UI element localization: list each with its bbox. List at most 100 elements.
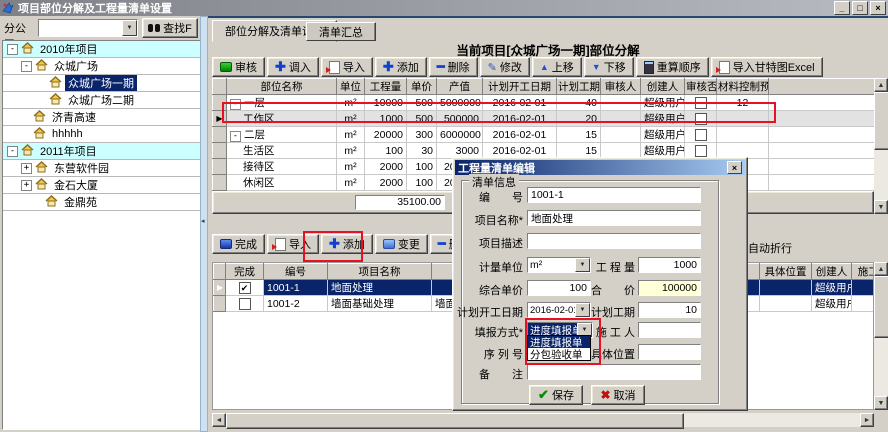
- scroll-down-icon[interactable]: ▼: [874, 396, 888, 410]
- tree-item-zhongcheng-phase2[interactable]: 众城广场二期: [3, 92, 200, 109]
- move-down-button[interactable]: ▼下移: [584, 57, 634, 77]
- col-part-name[interactable]: 部位名称: [227, 79, 337, 95]
- scroll-up-icon[interactable]: ▲: [874, 78, 888, 92]
- dialog-close-button[interactable]: ×: [727, 161, 742, 174]
- col-creator[interactable]: 创建人: [812, 264, 852, 280]
- lower-grid-vscrollbar[interactable]: ▲ ▼: [874, 262, 888, 410]
- tree-item-zhongcheng-phase1[interactable]: 众城广场一期: [3, 75, 200, 92]
- table-row[interactable]: -一层 m²10000 5005000000 2016-02-0140 超级用户…: [213, 95, 875, 111]
- tree-item-jinshi[interactable]: + 金石大厦: [3, 177, 200, 194]
- house-icon: [35, 178, 48, 193]
- panel-splitter[interactable]: ◂: [200, 16, 208, 432]
- col-code[interactable]: 编号: [264, 264, 328, 280]
- tree-item-dongying[interactable]: + 东营软件园: [3, 160, 200, 177]
- tree-expander-icon[interactable]: +: [21, 163, 32, 174]
- scroll-up-icon[interactable]: ▲: [874, 262, 888, 276]
- col-auditor[interactable]: 审核人: [601, 79, 641, 95]
- call-in-button[interactable]: ✚调入: [267, 57, 319, 77]
- tree-item-label: 东营软件园: [51, 160, 112, 176]
- col-creator[interactable]: 创建人: [641, 79, 685, 95]
- add-list-button[interactable]: ✚添加: [321, 234, 373, 254]
- dropdown-option[interactable]: 分包验收单: [528, 348, 590, 360]
- finish-button[interactable]: 完成: [212, 234, 265, 254]
- parts-grid-header: 部位名称 单位 工程量 单价 产值 计划开工日期 计划工期 审核人 创建人 审核…: [213, 79, 875, 95]
- worker-field[interactable]: [638, 322, 701, 338]
- cancel-button[interactable]: ✖取消: [591, 385, 645, 405]
- add-button[interactable]: ✚添加: [375, 57, 427, 77]
- chevron-down-icon[interactable]: ▼: [575, 303, 590, 317]
- upper-grid-vscrollbar[interactable]: ▲ ▼: [874, 78, 888, 214]
- checkbox[interactable]: [239, 298, 251, 310]
- import-gantt-excel-button[interactable]: 导入甘特图Excel: [711, 57, 823, 77]
- tree-expander-icon[interactable]: +: [21, 180, 32, 191]
- autowrap-label[interactable]: 自动折行: [748, 240, 792, 256]
- col-worker[interactable]: 施工人: [852, 264, 875, 280]
- search-button[interactable]: 查找F: [142, 18, 198, 38]
- col-start-date[interactable]: 计划开工日期: [483, 79, 557, 95]
- start-date-combobox[interactable]: 2016-02-01▼: [527, 302, 591, 318]
- col-unit-price[interactable]: 单价: [407, 79, 437, 95]
- splitter-collapse-icon[interactable]: ◂: [201, 217, 205, 225]
- checkbox-checked[interactable]: ✔: [239, 282, 251, 294]
- tab-list-summary[interactable]: 清单汇总: [306, 22, 376, 41]
- import-button[interactable]: 导入: [321, 57, 373, 77]
- item-name-field[interactable]: 地面处理: [527, 210, 701, 226]
- minimize-button[interactable]: _: [834, 1, 850, 15]
- checkbox[interactable]: [695, 129, 707, 141]
- col-item-name[interactable]: 项目名称: [328, 264, 432, 280]
- tree-expander-icon[interactable]: -: [21, 61, 32, 72]
- tree-item-2010[interactable]: - 2010年项目: [3, 41, 200, 58]
- col-audited[interactable]: 审核否: [685, 79, 717, 95]
- scroll-left-icon[interactable]: ◄: [212, 413, 226, 427]
- col-material-budget[interactable]: 材料控制预算: [717, 79, 769, 95]
- change-button[interactable]: 变更: [375, 234, 428, 254]
- table-row-selected[interactable]: ▶ 工作区 m²1000 500500000 2016-02-0120 超级用户: [213, 111, 875, 127]
- modify-button[interactable]: ✎修改: [480, 57, 530, 77]
- lower-grid-hscrollbar[interactable]: ◄ ►: [212, 413, 874, 427]
- audit-button[interactable]: 审核: [212, 57, 265, 77]
- price-field[interactable]: 100: [527, 280, 591, 296]
- tree-expander-icon[interactable]: -: [7, 44, 18, 55]
- tree-item-jiqing[interactable]: 济青高速: [3, 109, 200, 126]
- col-unit[interactable]: 单位: [337, 79, 365, 95]
- col-quantity[interactable]: 工程量: [365, 79, 407, 95]
- note-field[interactable]: [527, 364, 701, 380]
- checkbox[interactable]: [695, 145, 707, 157]
- col-location[interactable]: 具体位置: [760, 264, 812, 280]
- start-date-label: 计划开工日期: [455, 304, 523, 320]
- tree-expander-icon[interactable]: -: [7, 146, 18, 157]
- qty-field[interactable]: 1000: [638, 257, 701, 273]
- tree-item-2011[interactable]: - 2011年项目: [3, 143, 200, 160]
- tree-expander-icon[interactable]: -: [230, 99, 241, 110]
- tree-item-jinding[interactable]: 金鼎苑: [3, 194, 200, 211]
- col-output-value[interactable]: 产值: [437, 79, 483, 95]
- delete-button[interactable]: ━删除: [429, 57, 478, 77]
- chevron-down-icon[interactable]: ▼: [575, 258, 590, 272]
- chevron-down-icon[interactable]: ▼: [122, 20, 137, 36]
- item-desc-field[interactable]: [527, 233, 701, 249]
- tree-item-hhhhh[interactable]: hhhhh: [3, 126, 200, 143]
- location-field[interactable]: [638, 344, 701, 360]
- duration-field[interactable]: 10: [638, 302, 701, 318]
- table-row[interactable]: -二层 m²20000 3006000000 2016-02-0115 超级用户: [213, 127, 875, 143]
- checkbox[interactable]: [695, 97, 707, 109]
- scroll-right-icon[interactable]: ►: [860, 413, 874, 427]
- import-list-button[interactable]: 导入: [267, 234, 319, 254]
- note-label: 备 注: [461, 366, 523, 382]
- col-done[interactable]: 完成: [226, 264, 264, 280]
- close-button[interactable]: ×: [870, 1, 886, 15]
- scroll-down-icon[interactable]: ▼: [874, 200, 888, 214]
- save-button[interactable]: ✔保存: [529, 385, 583, 405]
- col-duration[interactable]: 计划工期: [557, 79, 601, 95]
- maximize-button[interactable]: □: [852, 1, 868, 15]
- tree-item-zhongcheng[interactable]: - 众城广场: [3, 58, 200, 75]
- company-combobox[interactable]: ▼: [38, 19, 138, 37]
- code-field[interactable]: 1001-1: [527, 187, 701, 203]
- amount-field[interactable]: 100000: [638, 280, 701, 296]
- move-up-button[interactable]: ▲上移: [532, 57, 582, 77]
- tree-expander-icon[interactable]: -: [230, 131, 241, 142]
- binoculars-icon: [148, 24, 160, 32]
- unit-combobox[interactable]: m²▼: [527, 257, 591, 273]
- recalc-order-button[interactable]: 重算顺序: [636, 57, 709, 77]
- checkbox[interactable]: [695, 113, 707, 125]
